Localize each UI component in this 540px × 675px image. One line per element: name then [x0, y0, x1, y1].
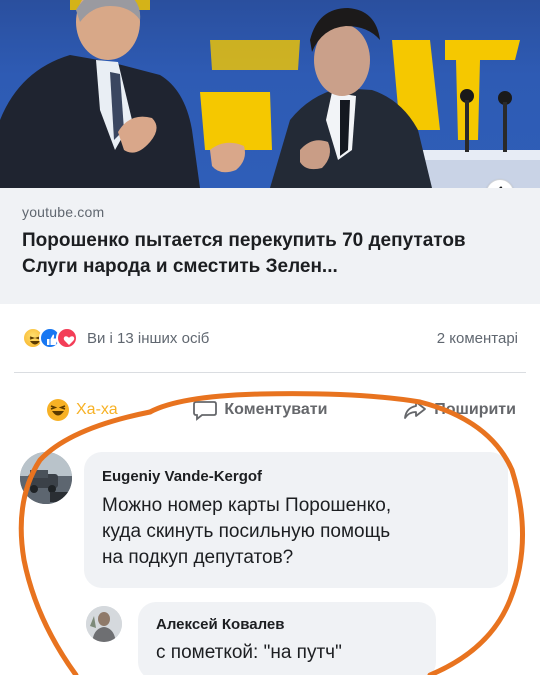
comment-author[interactable]: Алексей Ковалев [156, 616, 418, 633]
reactions-summary-text[interactable]: Ви і 13 інших осіб [87, 330, 209, 347]
post-action-bar: Ха-ха Коментувати Поширити [0, 390, 540, 430]
comment-icon [193, 401, 218, 421]
comment-button[interactable]: Коментувати [192, 399, 327, 421]
avatar[interactable] [86, 606, 122, 642]
comment: Eugeniy Vande-Kergof Можно номер карты П… [20, 452, 508, 588]
comment-text: Можно номер карты Порошенко, куда скинут… [102, 493, 490, 571]
comments-count[interactable]: 2 коментарі [437, 330, 518, 347]
comment-text: с пометкой: "на путч" [156, 642, 342, 663]
haha-emoji-icon [47, 399, 69, 421]
reply-comment: Алексей Ковалев с пометкой: "на путч" [86, 602, 436, 675]
comment-text-line: Можно номер карты Порошенко, [102, 495, 392, 516]
reactions-summary-row: Ви і 13 інших осіб 2 коментарі [0, 316, 540, 360]
link-preview-meta[interactable]: youtube.com Порошенко пытается перекупит… [0, 188, 540, 304]
comment-bubble[interactable]: Eugeniy Vande-Kergof Можно номер карты П… [84, 452, 508, 588]
reaction-icons[interactable] [22, 327, 78, 349]
haha-button[interactable]: Ха-ха [46, 398, 118, 422]
love-reaction-icon [56, 327, 78, 349]
comment-bubble[interactable]: Алексей Ковалев с пометкой: "на путч" [138, 602, 436, 675]
haha-button-label: Ха-ха [76, 401, 118, 418]
photo-two-men-on-stage [0, 0, 540, 188]
link-title[interactable]: Порошенко пытается перекупить 70 депутат… [22, 228, 522, 280]
comment-text-line: куда скинуть посильную помощь [102, 521, 391, 542]
share-button[interactable]: Поширити [402, 399, 516, 421]
comment-author[interactable]: Eugeniy Vande-Kergof [102, 468, 490, 485]
link-preview-image[interactable] [0, 0, 540, 188]
comment-button-label: Коментувати [224, 401, 328, 418]
link-domain: youtube.com [22, 204, 105, 220]
comment-text-line: на подкуп депутатов? [102, 547, 294, 568]
share-icon [404, 401, 427, 419]
divider [14, 372, 526, 373]
share-button-label: Поширити [434, 401, 516, 418]
avatar[interactable] [20, 452, 72, 504]
